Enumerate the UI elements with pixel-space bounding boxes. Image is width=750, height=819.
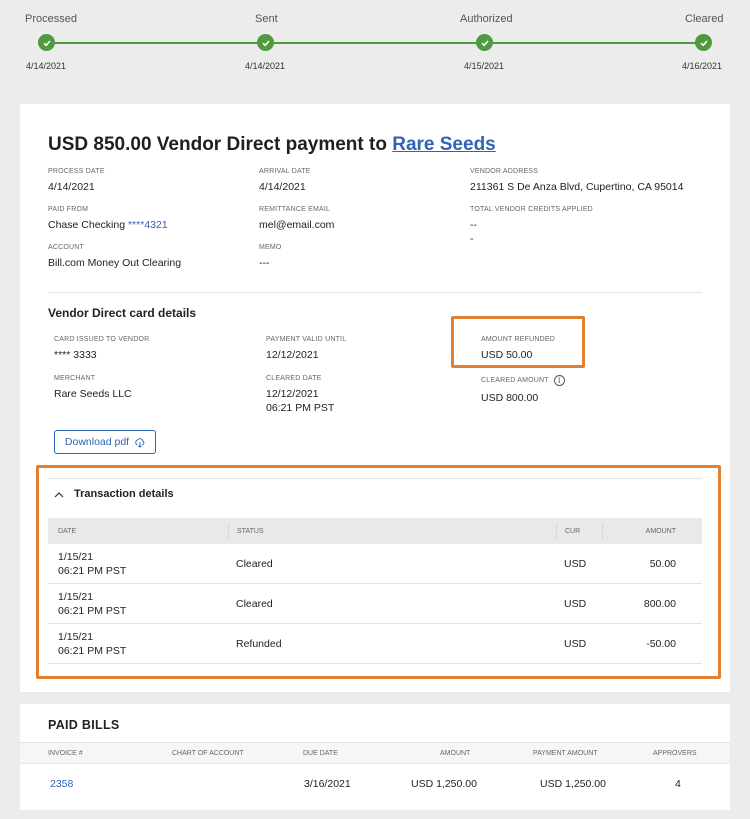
paid-from-field: PAID FROM Chase Checking ****4321 [48,206,168,232]
field-label: PAYMENT VALID UNTIL [266,336,347,343]
field-value: USD 800.00 [481,392,539,404]
checkmark-icon [257,34,274,51]
payment-amount: USD 1,250.00 [540,778,606,790]
step-label: Authorized [460,13,513,25]
card-details-title: Vendor Direct card details [48,306,197,320]
field-value-secondary: - [470,233,474,245]
field-label: ARRIVAL DATE [259,168,311,175]
remittance-email-field: REMITTANCE EMAIL mel@email.com [259,206,334,232]
download-icon [135,437,145,448]
field-label: PAID FROM [48,206,89,213]
column-header-chart-of-account[interactable]: CHART OF ACCOUNT [172,750,244,757]
transaction-details-highlight [36,465,721,679]
column-header-approvers[interactable]: APPROVERS [653,750,697,757]
cleared-date-field: CLEARED DATE 12/12/2021 06:21 PM PST [266,375,334,415]
field-label: VENDOR ADDRESS [470,168,539,175]
field-value: Bill.com Money Out Clearing [48,257,182,269]
vendor-link[interactable]: Rare Seeds [392,134,496,155]
column-header-payment-amount[interactable]: PAYMENT AMOUNT [533,750,598,757]
field-value-time: 06:21 PM PST [266,402,335,414]
card-issued-field: CARD ISSUED TO VENDOR **** 3333 [54,336,149,362]
table-row: 2358 3/16/2021 USD 1,250.00 USD 1,250.00… [20,764,730,804]
payment-status-tracker: Processed 4/14/2021 Sent 4/14/2021 Autho… [0,0,750,80]
vendor-credits-field: TOTAL VENDOR CREDITS APPLIED -- - [470,206,593,246]
payment-valid-field: PAYMENT VALID UNTIL 12/12/2021 [266,336,346,362]
process-date-field: PROCESS DATE 4/14/2021 [48,168,105,194]
memo-field: MEMO --- [259,244,282,270]
checkmark-icon [695,34,712,51]
paid-bills-title: PAID BILLS [48,718,120,732]
field-label: ACCOUNT [48,244,85,251]
progress-line [48,42,706,44]
field-label: PROCESS DATE [48,168,105,175]
field-label: CLEARED AMOUNT i [481,375,565,386]
cleared-amount-label: CLEARED AMOUNT [481,377,549,384]
field-value: --- [259,257,270,269]
field-label: CLEARED DATE [266,375,322,382]
field-label: CARD ISSUED TO VENDOR [54,336,150,343]
field-value: -- [470,219,477,231]
field-value: 12/12/2021 [266,388,319,400]
field-value: Chase Checking ****4321 [48,218,168,232]
field-label: TOTAL VENDOR CREDITS APPLIED [470,206,593,213]
step-label: Processed [25,13,77,25]
download-pdf-label: Download pdf [64,436,130,448]
field-value: USD 50.00 [481,349,533,361]
field-value: **** 3333 [54,349,97,361]
field-value: mel@email.com [259,219,335,231]
info-icon[interactable]: i [553,375,565,386]
amount-refunded-field: AMOUNT REFUNDED USD 50.00 [481,336,555,362]
account-field: ACCOUNT Bill.com Money Out Clearing [48,244,181,270]
title-prefix: USD 850.00 Vendor Direct payment to [48,134,387,155]
step-date: 4/15/2021 [464,61,505,71]
checkmark-icon [38,34,55,51]
table-header: INVOICE # CHART OF ACCOUNT DUE DATE AMOU… [20,742,730,764]
due-date: 3/16/2021 [304,778,351,790]
bill-amount: USD 1,250.00 [411,778,477,790]
field-label: MEMO [259,244,282,251]
checkmark-icon [476,34,493,51]
step-date: 4/14/2021 [245,61,286,71]
field-label: REMITTANCE EMAIL [259,206,331,213]
column-header-invoice[interactable]: INVOICE # [48,750,83,757]
merchant-field: MERCHANT Rare Seeds LLC [54,375,132,401]
step-label: Cleared [685,13,724,25]
field-value: 4/14/2021 [48,181,95,193]
field-value: Rare Seeds LLC [54,388,132,400]
page-title: USD 850.00 Vendor Direct payment to Rare… [48,134,496,156]
vendor-address-field: VENDOR ADDRESS 211361 S De Anza Blvd, Cu… [470,168,683,194]
invoice-link[interactable]: 2358 [50,778,73,790]
download-pdf-button[interactable]: Download pdf [54,430,156,454]
step-date: 4/16/2021 [682,61,723,71]
field-value: 4/14/2021 [259,181,306,193]
account-mask-link[interactable]: ****4321 [128,219,168,231]
approvers-count: 4 [675,778,681,790]
paid-bills-card: PAID BILLS INVOICE # CHART OF ACCOUNT DU… [20,704,730,810]
cleared-amount-field: CLEARED AMOUNT i USD 800.00 [481,375,565,405]
arrival-date-field: ARRIVAL DATE 4/14/2021 [259,168,311,194]
field-label: AMOUNT REFUNDED [481,336,556,343]
field-value: 12/12/2021 [266,349,319,361]
step-date: 4/14/2021 [26,61,67,71]
section-divider [48,292,702,293]
column-header-amount[interactable]: AMOUNT [440,750,470,757]
step-label: Sent [255,13,278,25]
column-header-due-date[interactable]: DUE DATE [303,750,338,757]
field-label: MERCHANT [54,375,96,382]
field-value: 211361 S De Anza Blvd, Cupertino, CA 950… [470,181,684,193]
paid-from-account-name: Chase Checking [48,219,126,231]
